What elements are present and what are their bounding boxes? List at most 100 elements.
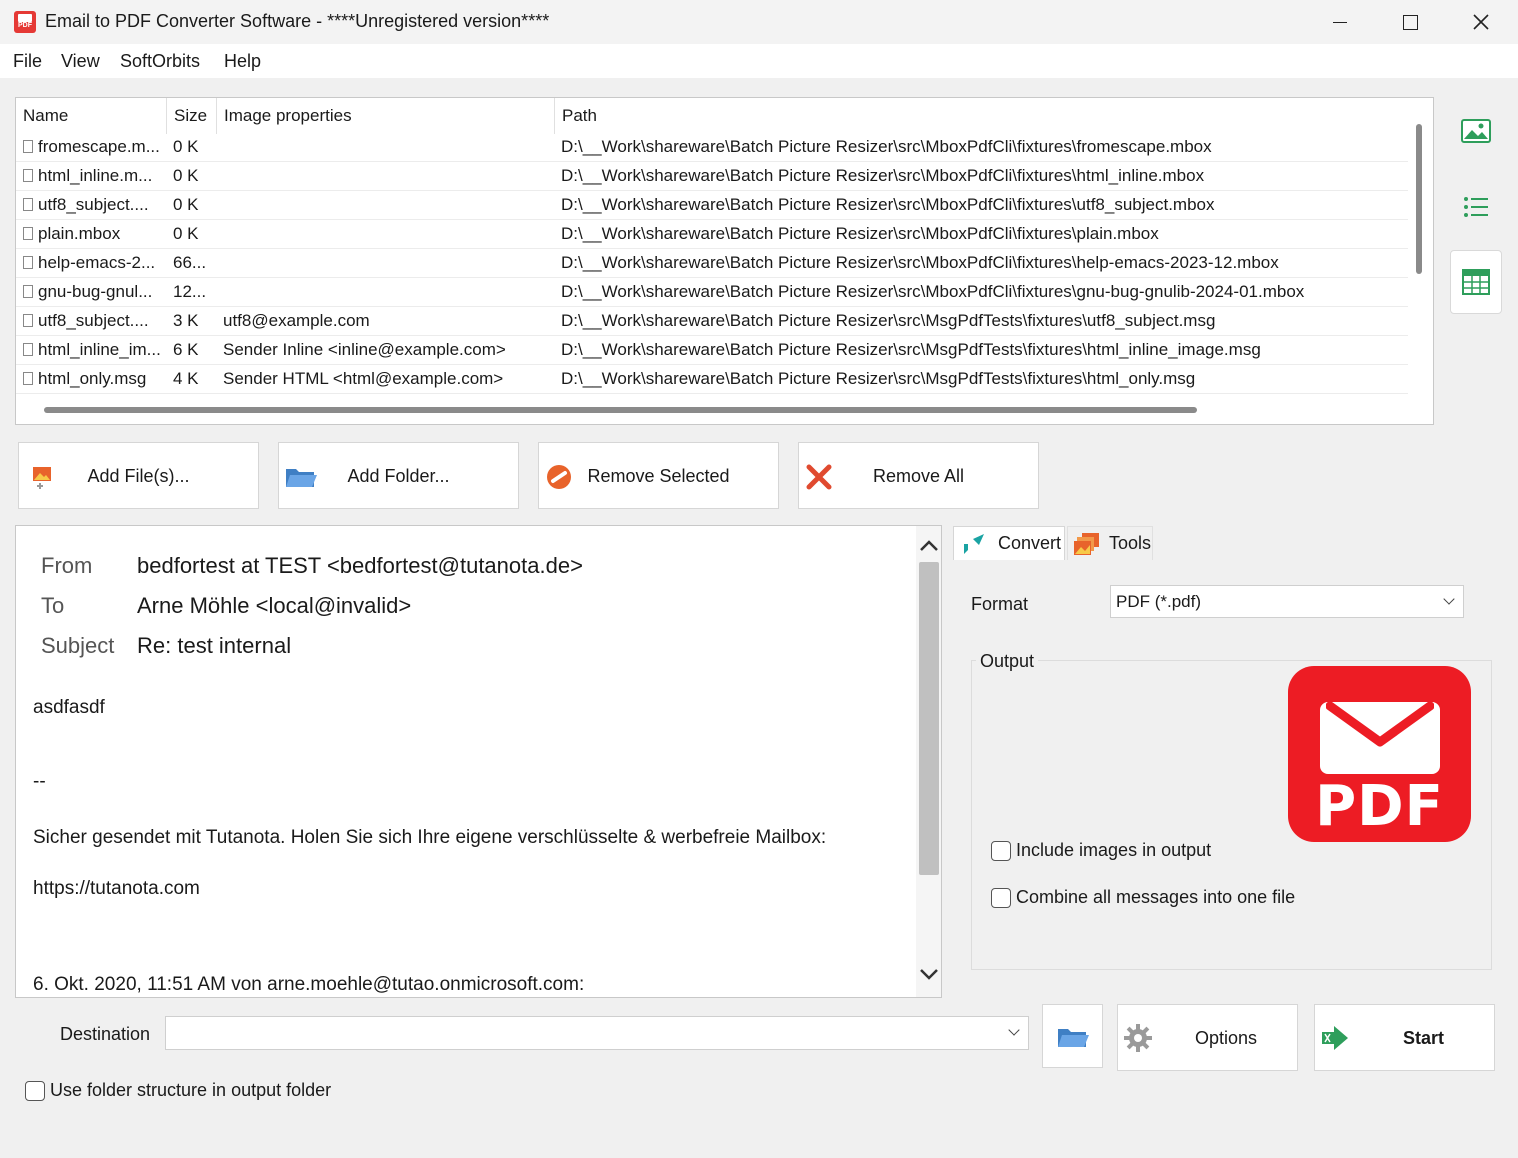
email-preview[interactable]: From bedfortest at TEST <bedfortest@tuta… [15, 525, 942, 998]
add-files-label: Add File(s)... [87, 466, 190, 486]
table-row[interactable]: html_inline.m... 0 K D:\__Work\shareware\B… [16, 162, 1408, 191]
use-folder-structure-checkbox[interactable] [25, 1081, 45, 1101]
menu-file[interactable]: File [13, 51, 42, 72]
view-details-button[interactable] [1450, 250, 1502, 314]
format-value: PDF (*.pdf) [1116, 592, 1202, 611]
file-name: html_inline.m... [38, 166, 153, 185]
cell-name: html_only.msg [23, 365, 163, 394]
cell-name: help-emacs-2... [23, 249, 163, 278]
cell-name: fromescape.m... [23, 133, 163, 162]
table-row[interactable]: html_only.msg 4 K Sender HTML <html@exampl… [16, 365, 1408, 394]
start-label: Start [1403, 1028, 1445, 1048]
cell-path: D:\__Work\shareware\Batch Picture Resize… [561, 195, 1215, 214]
start-arrow-icon [1322, 1026, 1348, 1050]
body-line: 6. Okt. 2020, 11:51 AM von arne.moehle@t… [33, 974, 585, 995]
cell-name: html_inline.m... [23, 162, 163, 191]
view-thumbnails-button[interactable] [1450, 100, 1502, 162]
cell-size: 0 K [173, 195, 199, 214]
tab-tools[interactable]: Tools [1067, 526, 1153, 560]
file-icon [23, 343, 33, 356]
title-bar: PDF Email to PDF Converter Software - **… [0, 0, 1518, 44]
chevron-down-icon [1443, 593, 1455, 605]
cell-props [223, 133, 553, 162]
remove-selected-button[interactable]: Remove Selected [538, 442, 779, 509]
cell-path: D:\__Work\shareware\Batch Picture Resize… [561, 282, 1305, 301]
close-button[interactable] [1446, 0, 1516, 44]
vertical-scrollbar[interactable] [1416, 124, 1422, 274]
table-row[interactable]: html_inline_im... 6 K Sender Inline <inlin… [16, 336, 1408, 365]
add-folder-button[interactable]: Add Folder... [278, 442, 519, 509]
view-list-button[interactable] [1450, 176, 1502, 238]
cell-size: 0 K [173, 224, 199, 243]
cell-size: 3 K [173, 311, 199, 330]
scroll-up-icon[interactable] [919, 538, 939, 552]
cell-props [223, 191, 553, 220]
table-row[interactable]: help-emacs-2... 66... D:\__Work\shareware\… [16, 249, 1408, 278]
combine-messages-checkbox[interactable] [991, 888, 1011, 908]
options-button[interactable]: Options [1117, 1004, 1298, 1071]
cell-name: utf8_subject.... [23, 191, 163, 220]
menu-help[interactable]: Help [224, 51, 261, 72]
cell-props [223, 162, 553, 191]
cell-props: Sender Inline <inline@example.com> [223, 340, 506, 359]
maximize-button[interactable] [1375, 0, 1445, 44]
menu-view[interactable]: View [61, 51, 100, 72]
preview-scroll-thumb[interactable] [919, 562, 939, 875]
horizontal-scrollbar[interactable] [44, 407, 1197, 413]
start-button[interactable]: Start [1314, 1004, 1495, 1071]
list-icon [1464, 197, 1488, 217]
add-files-button[interactable]: Add File(s)... [18, 442, 259, 509]
file-name: html_inline_im... [38, 340, 161, 359]
use-folder-structure-label: Use folder structure in output folder [50, 1080, 332, 1100]
file-icon [23, 227, 33, 240]
cell-props: Sender HTML <html@example.com> [223, 369, 504, 388]
table-row[interactable]: utf8_subject.... 3 K utf8@example.com D:\__… [16, 307, 1408, 336]
table-icon [1462, 269, 1490, 295]
folder-icon [1058, 1029, 1089, 1047]
file-icon [23, 372, 33, 385]
body-link[interactable]: https://tutanota.com [33, 878, 200, 900]
cell-props [223, 220, 553, 249]
column-header-image-properties[interactable]: Image properties [217, 98, 555, 134]
from-value: bedfortest at TEST <bedfortest@tutanota.… [137, 553, 583, 578]
column-header-path[interactable]: Path [555, 98, 1408, 134]
cell-size: 0 K [173, 137, 199, 156]
menu-bar: File View SoftOrbits Help [0, 44, 1518, 78]
from-label: From [41, 553, 93, 578]
file-icon [23, 198, 33, 211]
file-icon [23, 256, 33, 269]
scroll-down-icon[interactable] [919, 968, 939, 982]
cell-name: plain.mbox [23, 220, 163, 249]
menu-softorbits[interactable]: SoftOrbits [120, 51, 200, 72]
include-images-checkbox[interactable] [991, 841, 1011, 861]
cell-name: gnu-bug-gnul... [23, 278, 163, 307]
tools-icon [1074, 532, 1099, 555]
tab-convert[interactable]: Convert [953, 526, 1065, 560]
to-value: Arne Möhle <local@invalid> [137, 593, 412, 618]
options-label: Options [1195, 1028, 1258, 1048]
file-icon [23, 285, 33, 298]
maximize-icon [1402, 14, 1418, 30]
subject-value: Re: test internal [137, 633, 292, 658]
cell-name: utf8_subject.... [23, 307, 163, 336]
table-row[interactable]: plain.mbox 0 K D:\__Work\shareware\Batch P… [16, 220, 1408, 249]
tab-tools-label: Tools [1109, 533, 1152, 553]
app-icon: PDF [14, 11, 36, 33]
destination-input[interactable] [165, 1016, 1029, 1050]
cell-path: D:\__Work\shareware\Batch Picture Resize… [561, 137, 1212, 156]
table-row[interactable]: utf8_subject.... 0 K D:\__Work\shareware\B… [16, 191, 1408, 220]
column-header-name[interactable]: Name [16, 98, 167, 134]
remove-all-button[interactable]: Remove All [798, 442, 1039, 509]
file-name: utf8_subject.... [38, 195, 149, 214]
file-list[interactable]: Name Size Image properties Path fromesca… [15, 97, 1434, 425]
table-row[interactable]: fromescape.m... 0 K D:\__Work\shareware\Ba… [16, 133, 1408, 162]
window-title: Email to PDF Converter Software - ****Un… [45, 11, 550, 31]
format-select[interactable]: PDF (*.pdf) [1110, 585, 1464, 618]
file-name: utf8_subject.... [38, 311, 149, 330]
browse-folder-button[interactable] [1042, 1004, 1103, 1068]
minimize-button[interactable] [1305, 0, 1375, 44]
body-line: asdfasdf [33, 697, 105, 718]
table-row[interactable]: gnu-bug-gnul... 12... D:\__Work\shareware\… [16, 278, 1408, 307]
cell-path: D:\__Work\shareware\Batch Picture Resize… [561, 369, 1196, 388]
column-header-size[interactable]: Size [167, 98, 217, 134]
